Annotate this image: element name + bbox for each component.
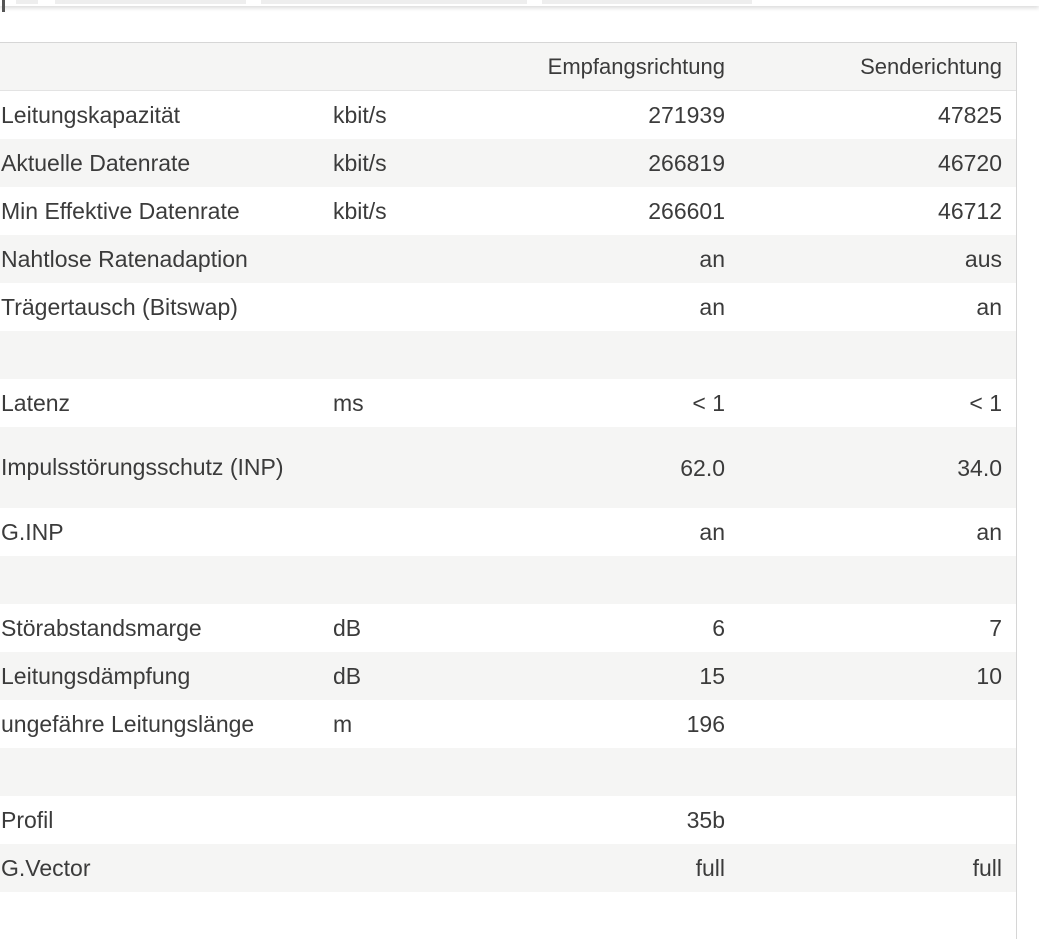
table-row: StörabstandsmargedB67 (0, 604, 1016, 652)
table-row: ungefähre Leitungslängem196 (0, 700, 1016, 748)
table-row: Profil 35b (0, 796, 1016, 844)
dsl-line-info-table: Empfangsrichtung Senderichtung Leitungsk… (0, 43, 1016, 940)
table-row: Leitungskapazitätkbit/s27193947825 (0, 91, 1016, 140)
table-row (0, 331, 1016, 379)
row-receive-value: 62.0 (500, 427, 725, 508)
row-receive-value (500, 331, 725, 379)
row-label: ungefähre Leitungslänge (0, 700, 333, 748)
table-body: Leitungskapazitätkbit/s27193947825Aktuel… (0, 91, 1016, 940)
active-tab-indicator (2, 0, 5, 12)
row-send-value: an (725, 508, 1016, 556)
row-send-value: 46712 (725, 187, 1016, 235)
row-receive-value: 266601 (500, 187, 725, 235)
row-receive-value: 35b (500, 796, 725, 844)
row-label: G.INP (0, 508, 333, 556)
row-label: Störabstandsmarge (0, 604, 333, 652)
row-unit (333, 331, 500, 379)
row-receive-value: an (500, 235, 725, 283)
row-receive-value: 266819 (500, 139, 725, 187)
row-receive-value: an (500, 283, 725, 331)
row-receive-value (500, 892, 725, 940)
row-send-value: 46720 (725, 139, 1016, 187)
row-send-value: an (725, 283, 1016, 331)
row-unit (333, 796, 500, 844)
row-send-value: full (725, 844, 1016, 892)
row-label: G.Vector (0, 844, 333, 892)
row-unit: kbit/s (333, 139, 500, 187)
table-row: Nahtlose Ratenadaption anaus (0, 235, 1016, 283)
row-send-value (725, 796, 1016, 844)
header-label (0, 43, 333, 91)
row-unit (333, 508, 500, 556)
row-send-value (725, 700, 1016, 748)
row-unit: dB (333, 604, 500, 652)
row-unit (333, 556, 500, 604)
row-label: Trägertausch (Bitswap) (0, 283, 333, 331)
table-row: G.INP anan (0, 508, 1016, 556)
row-label (0, 748, 333, 796)
row-unit (333, 235, 500, 283)
row-unit (333, 892, 500, 940)
table-row: Latenzms< 1< 1 (0, 379, 1016, 427)
row-unit: ms (333, 379, 500, 427)
row-label: Leitungsdämpfung (0, 652, 333, 700)
table-row: Impulsstörungsschutz (INP) 62.034.0 (0, 427, 1016, 508)
row-label (0, 331, 333, 379)
tab-1[interactable] (16, 0, 38, 4)
row-unit: kbit/s (333, 91, 500, 140)
dsl-line-info-panel: Empfangsrichtung Senderichtung Leitungsk… (0, 42, 1017, 939)
table-row (0, 556, 1016, 604)
row-unit (333, 748, 500, 796)
table-row: G.Vector fullfull (0, 844, 1016, 892)
row-receive-value: 6 (500, 604, 725, 652)
row-send-value: aus (725, 235, 1016, 283)
row-label: Profil (0, 796, 333, 844)
row-label: Latenz (0, 379, 333, 427)
row-label: Leitungskapazität (0, 91, 333, 140)
table-row: LeitungsdämpfungdB1510 (0, 652, 1016, 700)
row-send-value (725, 331, 1016, 379)
row-unit (333, 427, 500, 508)
row-receive-value (500, 748, 725, 796)
table-row (0, 892, 1016, 940)
row-label: Min Effektive Datenrate (0, 187, 333, 235)
row-receive-value: an (500, 508, 725, 556)
tab-4[interactable] (542, 0, 752, 4)
header-unit (333, 43, 500, 91)
row-receive-value: 271939 (500, 91, 725, 140)
row-label (0, 892, 333, 940)
tab-3[interactable] (261, 0, 527, 4)
row-label: Nahtlose Ratenadaption (0, 235, 333, 283)
row-receive-value: full (500, 844, 725, 892)
row-label: Aktuelle Datenrate (0, 139, 333, 187)
table-row: Trägertausch (Bitswap) anan (0, 283, 1016, 331)
row-unit: kbit/s (333, 187, 500, 235)
row-send-value: < 1 (725, 379, 1016, 427)
row-label (0, 556, 333, 604)
tab-2[interactable] (55, 0, 246, 4)
header-send-direction: Senderichtung (725, 43, 1016, 91)
row-send-value (725, 892, 1016, 940)
row-receive-value: 196 (500, 700, 725, 748)
row-send-value: 10 (725, 652, 1016, 700)
row-send-value: 7 (725, 604, 1016, 652)
row-label: Impulsstörungsschutz (INP) (0, 427, 333, 508)
row-unit: m (333, 700, 500, 748)
row-unit (333, 844, 500, 892)
row-send-value (725, 556, 1016, 604)
table-header-row: Empfangsrichtung Senderichtung (0, 43, 1016, 91)
top-tab-bar (0, 0, 1039, 6)
row-unit: dB (333, 652, 500, 700)
row-receive-value: 15 (500, 652, 725, 700)
row-receive-value (500, 556, 725, 604)
table-row: Aktuelle Datenratekbit/s26681946720 (0, 139, 1016, 187)
table-row (0, 748, 1016, 796)
row-receive-value: < 1 (500, 379, 725, 427)
row-send-value: 47825 (725, 91, 1016, 140)
row-send-value (725, 748, 1016, 796)
row-unit (333, 283, 500, 331)
row-send-value: 34.0 (725, 427, 1016, 508)
header-receive-direction: Empfangsrichtung (500, 43, 725, 91)
table-row: Min Effektive Datenratekbit/s26660146712 (0, 187, 1016, 235)
